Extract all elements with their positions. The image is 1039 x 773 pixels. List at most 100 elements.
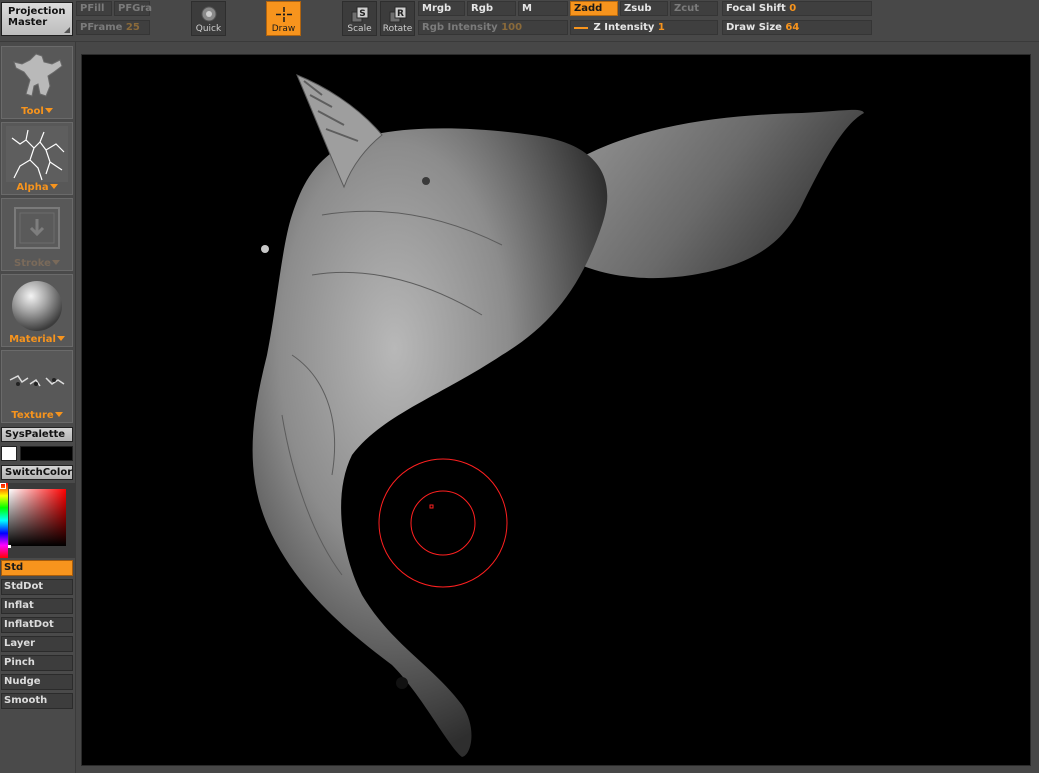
stroke-label: Stroke xyxy=(2,258,72,269)
brush-label: Pinch xyxy=(4,657,35,668)
stroke-icon xyxy=(14,207,60,249)
dropdown-arrow-icon xyxy=(49,184,58,189)
material-label: Material xyxy=(2,334,72,345)
pframe-slider[interactable]: PFrame 25 xyxy=(76,20,150,35)
brush-label: Smooth xyxy=(4,695,48,706)
material-sphere-icon xyxy=(12,281,62,331)
focal-shift-value: 0 xyxy=(789,3,797,14)
scale-label: Scale xyxy=(347,24,372,34)
pfgra-label: PFGra xyxy=(118,3,153,14)
tool-figure-icon xyxy=(13,53,63,97)
brush-label: Nudge xyxy=(4,676,41,687)
rotate-label: Rotate xyxy=(382,24,413,34)
svg-text:S: S xyxy=(359,9,365,19)
pfill-button[interactable]: PFill xyxy=(76,1,112,16)
hue-marker-icon xyxy=(0,483,6,489)
mrgb-label: Mrgb xyxy=(422,3,452,14)
pfill-label: PFill xyxy=(80,3,105,14)
draw-label: Draw xyxy=(271,24,296,34)
zsub-button[interactable]: Zsub xyxy=(620,1,668,16)
z-intensity-label: Z Intensity xyxy=(593,22,655,33)
zadd-button[interactable]: Zadd xyxy=(570,1,618,16)
quick-sketch-icon xyxy=(201,6,216,22)
rotate-icon: R xyxy=(389,6,406,23)
brush-label: InflatDot xyxy=(4,619,54,630)
color-picker[interactable] xyxy=(0,483,75,558)
color-marker-icon xyxy=(8,545,11,548)
alpha-slot[interactable]: Alpha xyxy=(1,122,73,195)
draw-size-value: 64 xyxy=(785,22,800,33)
secondary-color-swatch[interactable] xyxy=(20,446,73,461)
rgb-intensity-value: 100 xyxy=(501,22,523,33)
dropdown-arrow-icon xyxy=(44,108,53,113)
brush-label: Layer xyxy=(4,638,36,649)
document-canvas[interactable] xyxy=(81,54,1031,766)
alpha-label: Alpha xyxy=(2,182,72,193)
switchcolor-label: SwitchColor xyxy=(5,467,73,478)
zadd-label: Zadd xyxy=(574,3,603,14)
rgb-label: Rgb xyxy=(471,3,494,14)
stroke-slot[interactable]: Stroke xyxy=(1,198,73,271)
z-intensity-marker xyxy=(574,21,588,29)
syspalette-label: SysPalette xyxy=(5,429,66,440)
switchcolor-button[interactable]: SwitchColor xyxy=(1,465,73,480)
projection-master-line2: Master xyxy=(8,17,48,28)
brush-nudge[interactable]: Nudge xyxy=(1,674,73,690)
brush-inflat[interactable]: Inflat xyxy=(1,598,73,614)
alpha-cracks-icon xyxy=(6,126,68,182)
focal-shift-label: Focal Shift xyxy=(726,3,786,14)
texture-icon xyxy=(9,375,65,387)
brush-label: Inflat xyxy=(4,600,34,611)
main-color-swatch[interactable] xyxy=(1,446,17,461)
focal-shift-slider[interactable]: Focal Shift 0 xyxy=(722,1,872,16)
dropdown-arrow-icon xyxy=(51,260,60,265)
m-button[interactable]: M xyxy=(518,1,568,16)
texture-label: Texture xyxy=(2,410,72,421)
m-label: M xyxy=(522,3,532,14)
dropdown-arrow-icon xyxy=(54,412,63,417)
brush-std[interactable]: Std xyxy=(1,560,73,576)
rgb-intensity-label: Rgb Intensity xyxy=(422,22,498,33)
brush-smooth[interactable]: Smooth xyxy=(1,693,73,709)
dropdown-arrow-icon xyxy=(56,336,65,341)
rgb-button[interactable]: Rgb xyxy=(467,1,516,16)
draw-size-slider[interactable]: Draw Size 64 xyxy=(722,20,872,35)
quick-button[interactable]: Quick xyxy=(191,1,226,36)
scale-icon: S xyxy=(351,6,368,23)
brush-inflatdot[interactable]: InflatDot xyxy=(1,617,73,633)
projection-master-line1: Projection xyxy=(8,6,66,17)
material-slot[interactable]: Material xyxy=(1,274,73,347)
zcut-label: Zcut xyxy=(674,3,700,14)
sculpt-model xyxy=(252,74,864,757)
left-shelf: Tool Alpha Stroke Material Texture SysPa… xyxy=(0,42,76,773)
brush-label: StdDot xyxy=(4,581,44,592)
zcut-button[interactable]: Zcut xyxy=(670,1,718,16)
z-intensity-slider[interactable]: Z Intensity 1 xyxy=(570,20,718,35)
draw-crosshair-icon xyxy=(275,7,292,22)
top-toolbar: Projection Master PFill PFGra PFrame 25 … xyxy=(0,0,1039,42)
brush-layer[interactable]: Layer xyxy=(1,636,73,652)
brush-label: Std xyxy=(4,562,24,573)
zsub-label: Zsub xyxy=(624,3,652,14)
pfgra-button[interactable]: PFGra xyxy=(114,1,153,16)
projection-master-button[interactable]: Projection Master xyxy=(1,2,73,36)
hue-strip[interactable] xyxy=(0,483,8,558)
texture-slot[interactable]: Texture xyxy=(1,350,73,423)
draw-size-label: Draw Size xyxy=(726,22,782,33)
brush-pinch[interactable]: Pinch xyxy=(1,655,73,671)
mrgb-button[interactable]: Mrgb xyxy=(418,1,465,16)
syspalette-button[interactable]: SysPalette xyxy=(1,427,73,442)
draw-button[interactable]: Draw xyxy=(266,1,301,36)
tool-slot[interactable]: Tool xyxy=(1,46,73,119)
corner-triangle-icon xyxy=(64,27,70,33)
quick-label: Quick xyxy=(195,24,222,34)
rotate-button[interactable]: R Rotate xyxy=(380,1,415,36)
brush-stddot[interactable]: StdDot xyxy=(1,579,73,595)
z-intensity-value: 1 xyxy=(657,22,665,33)
pframe-label: PFrame xyxy=(80,22,123,33)
rgb-intensity-slider[interactable]: Rgb Intensity 100 xyxy=(418,20,568,35)
saturation-value-square[interactable] xyxy=(9,489,66,546)
svg-text:R: R xyxy=(397,9,404,19)
scale-button[interactable]: S Scale xyxy=(342,1,377,36)
tool-label: Tool xyxy=(2,106,72,117)
